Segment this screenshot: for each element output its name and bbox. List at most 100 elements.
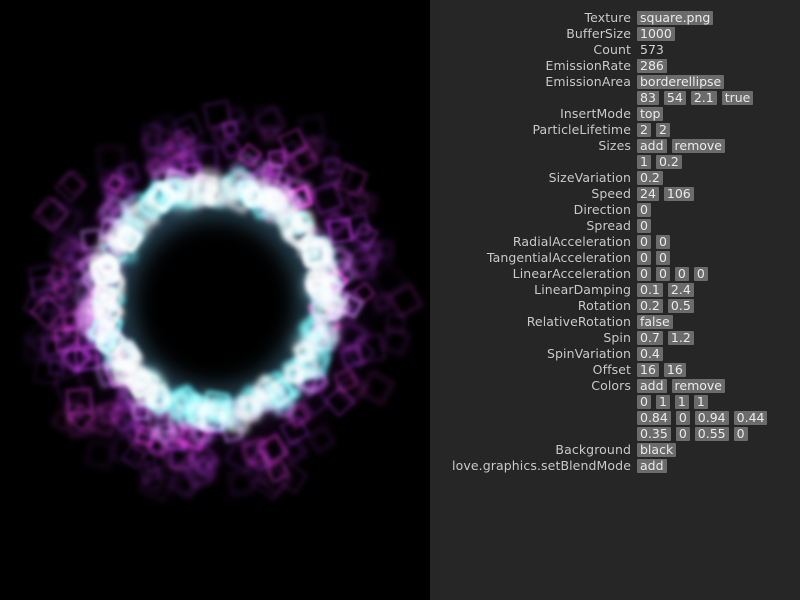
remove-button[interactable]: remove <box>671 379 725 393</box>
property-value-chip[interactable]: 0.84 <box>637 411 671 425</box>
property-values: square.png <box>637 10 714 26</box>
property-value-chip[interactable]: add <box>637 459 667 473</box>
particle-preview-canvas[interactable] <box>0 0 430 600</box>
property-label: Spin <box>603 330 631 345</box>
property-values: 0.2 <box>637 170 663 186</box>
property-values: 83 54 2.1 true <box>637 90 754 106</box>
property-value-chip[interactable]: 0.1 <box>637 283 663 297</box>
property-value-chip[interactable]: 0 <box>637 235 651 249</box>
remove-button[interactable]: remove <box>671 139 725 153</box>
property-value-chip[interactable]: 0 <box>637 251 651 265</box>
particle-hotspot <box>114 221 146 254</box>
add-button[interactable]: add <box>637 379 667 393</box>
property-row: Rotation 0.2 0.5 <box>430 298 800 314</box>
property-value-chip[interactable]: 16 <box>637 363 659 377</box>
property-row: LinearDamping 0.1 2.4 <box>430 282 800 298</box>
property-value-chip[interactable]: 2 <box>637 123 651 137</box>
property-label: Count <box>593 42 631 57</box>
property-values: 0.35 0 0.55 0 <box>637 426 748 442</box>
property-value-chip[interactable]: 2 <box>655 123 670 137</box>
property-value-chip[interactable]: 0.55 <box>694 427 729 441</box>
property-value-chip[interactable]: 1 <box>655 395 670 409</box>
property-row: EmissionRate 286 <box>430 58 800 74</box>
property-label: EmissionRate <box>545 58 631 73</box>
property-value-chip[interactable]: 0 <box>637 203 651 217</box>
property-value-chip[interactable]: true <box>721 91 754 105</box>
particle-square <box>154 415 172 433</box>
property-value-chip[interactable]: 1000 <box>637 27 675 41</box>
property-value-chip[interactable]: square.png <box>637 11 714 25</box>
property-value-chip[interactable]: 0 <box>675 427 690 441</box>
property-value-chip[interactable]: 1 <box>693 395 708 409</box>
property-label: RelativeRotation <box>526 314 631 329</box>
property-value-chip[interactable]: 1.2 <box>667 331 694 345</box>
property-row: 0.35 0 0.55 0 <box>430 426 800 442</box>
property-values: top <box>637 106 664 122</box>
property-value-chip[interactable]: 0.44 <box>733 411 768 425</box>
property-label: LinearDamping <box>534 282 631 297</box>
property-value-chip[interactable]: 0 <box>675 411 690 425</box>
particle-hotspot <box>242 380 279 417</box>
particle-hotspot <box>288 324 329 365</box>
property-value-chip[interactable]: 286 <box>637 59 667 73</box>
property-value-chip[interactable]: 0.4 <box>637 347 663 361</box>
property-values: 1 0.2 <box>637 154 682 170</box>
property-row: 0111 <box>430 394 800 410</box>
particle-square <box>385 313 406 334</box>
property-label: Speed <box>591 186 631 201</box>
property-value-chip[interactable]: 0.2 <box>637 299 663 313</box>
property-value-chip[interactable]: 83 <box>637 91 659 105</box>
property-value-chip[interactable]: 0 <box>637 267 651 281</box>
property-value-chip[interactable]: 1 <box>674 395 689 409</box>
property-value-chip[interactable]: 0 <box>637 219 651 233</box>
property-value-chip[interactable]: 0 <box>655 267 670 281</box>
property-value-chip[interactable]: false <box>637 315 673 329</box>
property-value-chip[interactable]: 54 <box>663 91 686 105</box>
property-values: 0.2 0.5 <box>637 298 694 314</box>
property-value-chip[interactable]: 0 <box>733 427 748 441</box>
property-label: Texture <box>584 10 631 25</box>
add-button[interactable]: add <box>637 139 667 153</box>
property-values: 0.84 0 0.94 0.44 <box>637 410 768 426</box>
property-values: add remove <box>637 378 725 394</box>
property-label: love.graphics.setBlendMode <box>452 458 631 473</box>
property-value-chip[interactable]: 2.4 <box>667 283 694 297</box>
property-row: LinearAcceleration 0 0 0 0 <box>430 266 800 282</box>
property-row: BufferSize 1000 <box>430 26 800 42</box>
property-value-chip[interactable]: 1 <box>637 155 651 169</box>
property-value-chip[interactable]: borderellipse <box>637 75 725 89</box>
property-value-chip[interactable]: 0.94 <box>694 411 729 425</box>
property-row: SizeVariation 0.2 <box>430 170 800 186</box>
property-value-chip[interactable]: 0.7 <box>637 331 663 345</box>
properties-panel: Texture square.png BufferSize 1000 Count 573 E… <box>430 0 800 600</box>
property-row: EmissionArea borderellipse <box>430 74 800 90</box>
property-value-chip[interactable]: 0.5 <box>667 299 694 313</box>
property-row: Speed 24 106 <box>430 186 800 202</box>
property-row: Direction 0 <box>430 202 800 218</box>
property-value-chip[interactable]: 0 <box>637 395 651 409</box>
property-value-chip[interactable]: 0.2 <box>655 155 682 169</box>
property-row: Offset 16 16 <box>430 362 800 378</box>
property-label: Rotation <box>577 298 631 313</box>
particle-stage <box>0 0 430 600</box>
property-value-chip[interactable]: top <box>637 107 664 121</box>
property-value-chip[interactable]: 0.35 <box>637 427 671 441</box>
property-value-chip[interactable]: 16 <box>663 363 686 377</box>
property-row: SpinVariation 0.4 <box>430 346 800 362</box>
property-value-chip[interactable]: 2.1 <box>690 91 717 105</box>
property-values: 573 <box>637 42 667 58</box>
property-value-chip[interactable]: 24 <box>637 187 659 201</box>
property-value-chip[interactable]: black <box>637 443 677 457</box>
property-values: 0111 <box>637 394 708 410</box>
property-value-chip[interactable]: 0 <box>674 267 689 281</box>
property-values: black <box>637 442 677 458</box>
property-value-chip[interactable]: 0.2 <box>637 171 663 185</box>
property-value-chip[interactable]: 0 <box>693 267 708 281</box>
property-label: RadialAcceleration <box>512 234 631 249</box>
property-values: 0 <box>637 218 651 234</box>
property-value-chip[interactable]: 0 <box>655 235 670 249</box>
particle-square <box>252 463 274 485</box>
property-value-chip[interactable]: 0 <box>655 251 670 265</box>
property-rows: Texture square.png BufferSize 1000 Count 573 E… <box>430 10 800 474</box>
property-value-chip[interactable]: 106 <box>663 187 694 201</box>
